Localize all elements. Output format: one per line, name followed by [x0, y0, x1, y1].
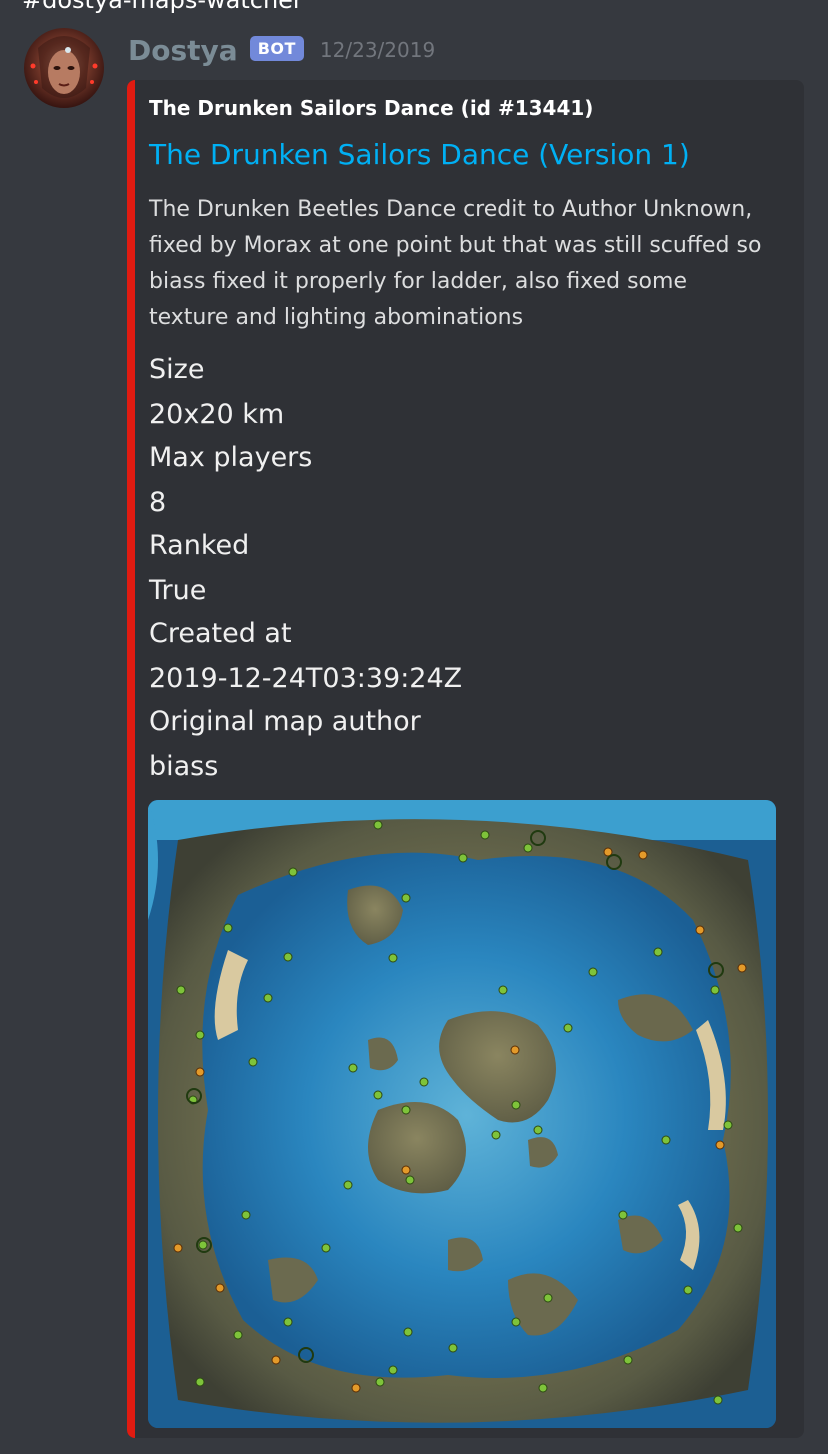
embed-accent-bar [127, 80, 135, 1438]
field-name-ranked: Ranked [149, 530, 250, 561]
embed-title-link[interactable]: The Drunken Sailors Dance (Version 1) [149, 138, 690, 171]
channel-header: #dostya-maps-watcher [22, 0, 303, 14]
field-value-size: 20x20 km [149, 399, 285, 430]
map-preview-image[interactable] [148, 800, 776, 1428]
bot-badge: BOT [249, 35, 304, 61]
embed-description: The Drunken Beetles Dance credit to Auth… [149, 197, 762, 330]
username[interactable]: Dostya [128, 34, 238, 67]
map-preview-graphic [148, 800, 776, 1428]
embed-author: The Drunken Sailors Dance (id #13441) [149, 96, 594, 120]
field-name-original-author: Original map author [149, 706, 421, 737]
field-value-created-at: 2019-12-24T03:39:24Z [149, 663, 463, 694]
field-value-original-author: biass [149, 751, 219, 782]
field-value-ranked: True [149, 575, 207, 606]
field-name-created-at: Created at [149, 618, 292, 649]
avatar[interactable] [24, 28, 104, 108]
avatar-image [24, 28, 104, 108]
field-name-max-players: Max players [149, 442, 313, 473]
timestamp[interactable]: 12/23/2019 [320, 38, 435, 62]
field-name-size: Size [149, 354, 205, 385]
message-header: Dostya BOT 12/23/2019 [128, 30, 435, 70]
embed: The Drunken Sailors Dance (id #13441) Th… [127, 80, 804, 1438]
field-value-max-players: 8 [149, 487, 167, 518]
